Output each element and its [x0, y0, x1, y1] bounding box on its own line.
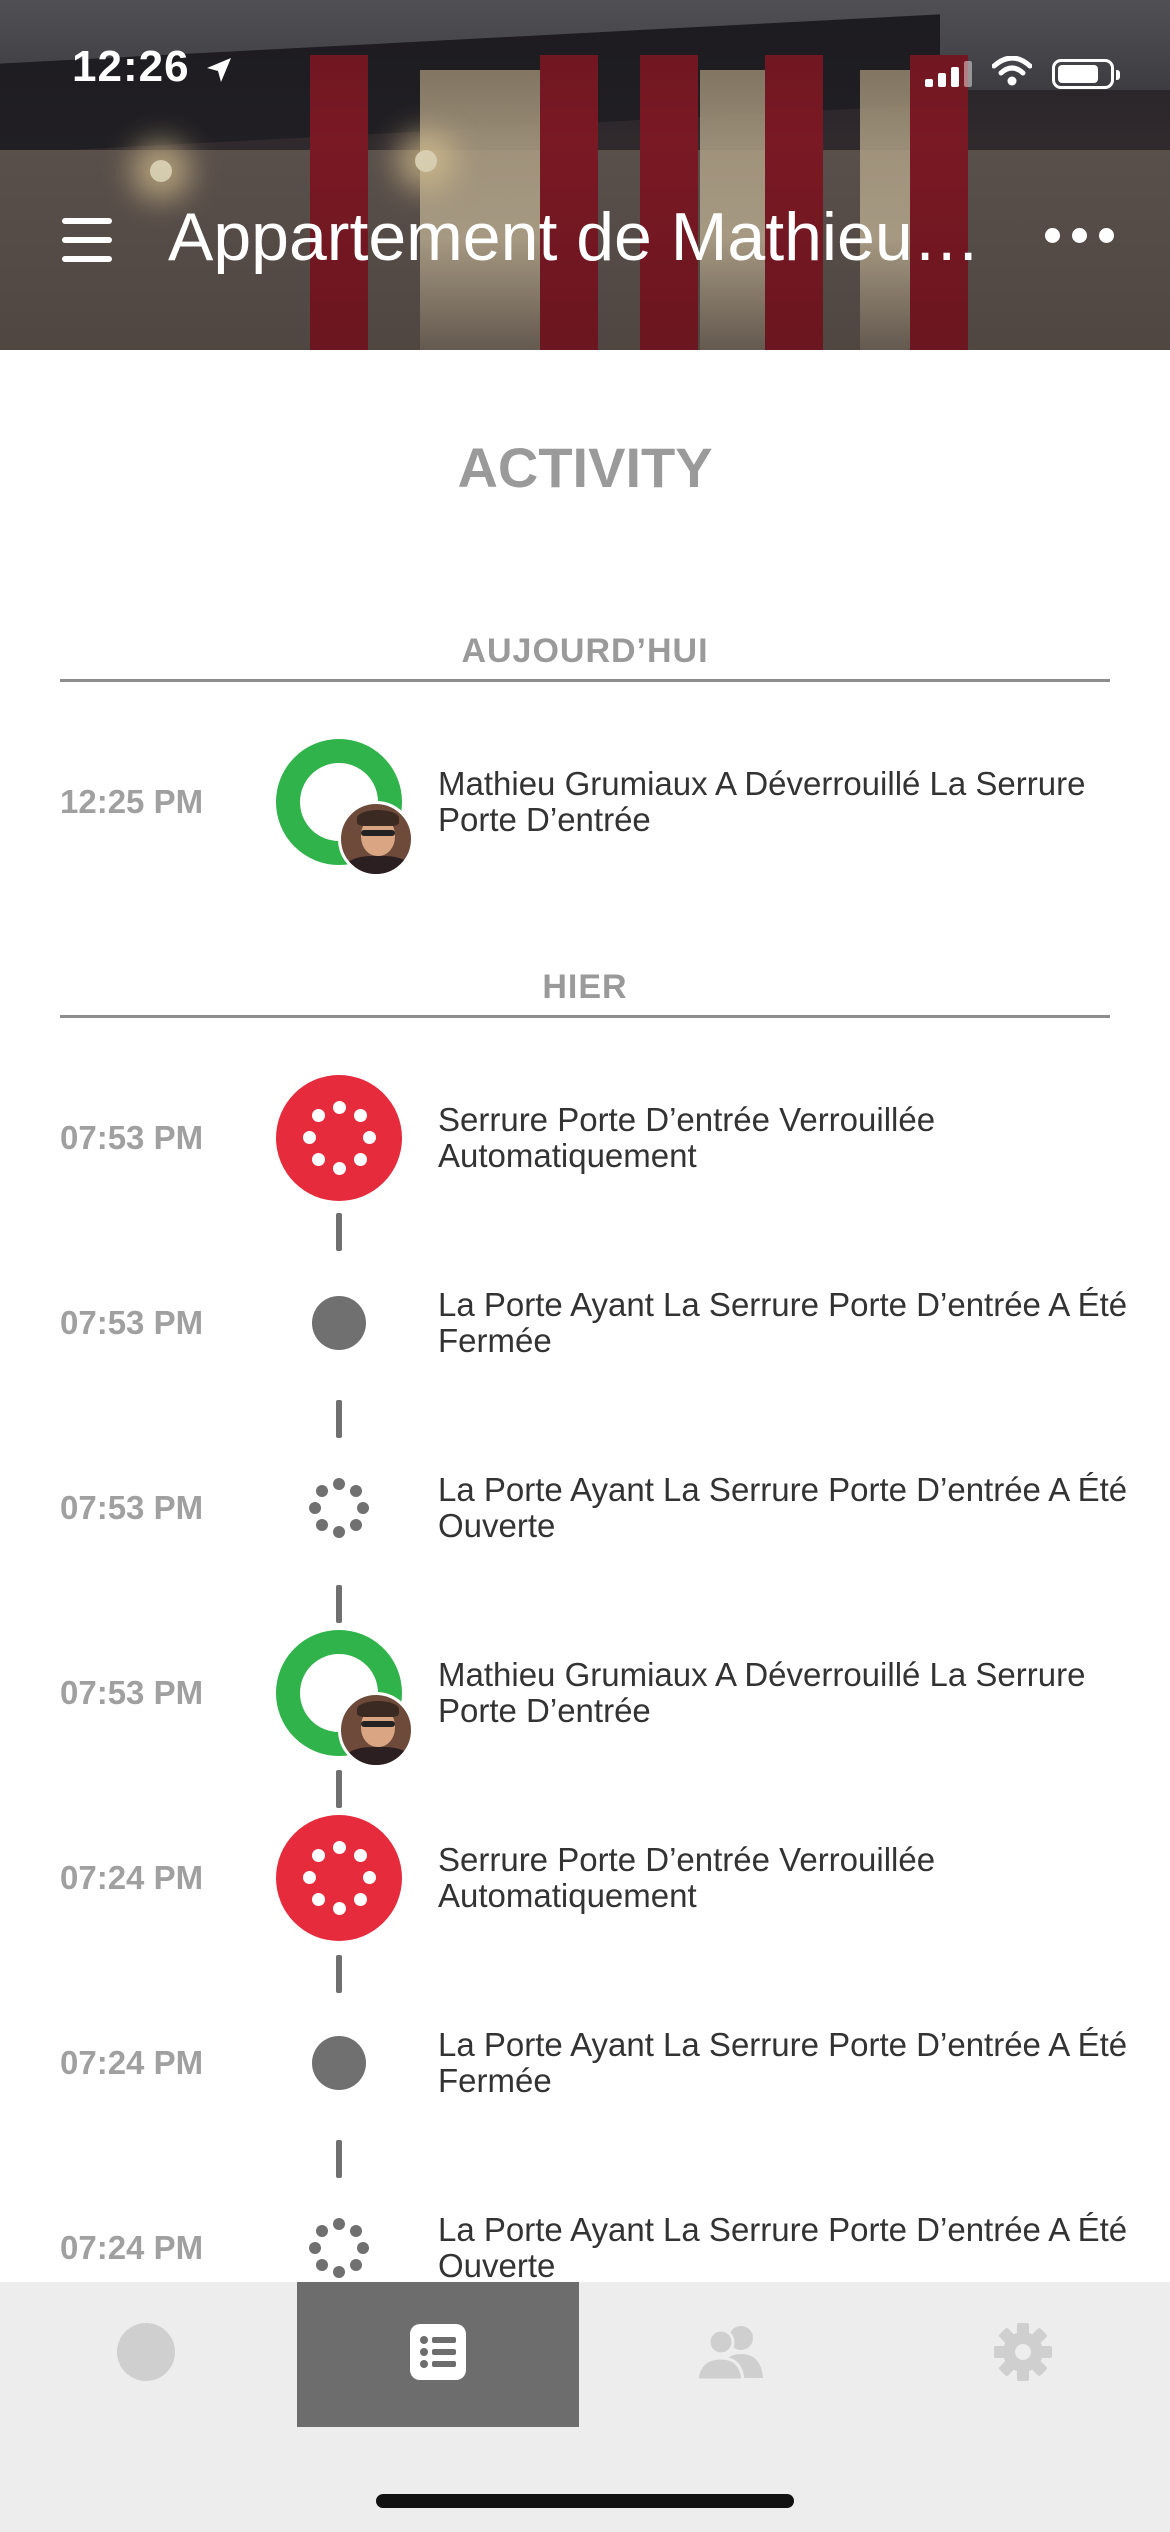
activity-list-icon — [408, 2322, 468, 2387]
section-header-yesterday: HIER — [60, 968, 1110, 1018]
activity-time: 07:53 PM — [60, 1119, 204, 1156]
activity-time: 07:53 PM — [60, 1674, 204, 1711]
activity-item[interactable]: 12:25 PM Mathieu Grumiaux A Déverrouillé… — [0, 727, 1170, 877]
more-options-icon[interactable] — [1045, 228, 1114, 243]
unlock-user-icon — [276, 1630, 414, 1768]
page-title: ACTIVITY — [457, 436, 713, 499]
activity-description: Serrure Porte D’entrée Verrouillée Autom… — [438, 1841, 936, 1914]
home-indicator[interactable] — [376, 2494, 794, 2508]
timeline-connector — [336, 1213, 342, 1251]
activity-item[interactable]: 07:53 PM Serrure Porte D’entrée Verrouil… — [0, 1063, 1170, 1213]
door-open-icon — [276, 1445, 402, 1571]
activity-time: 07:24 PM — [60, 2044, 204, 2081]
activity-description: Serrure Porte D’entrée Verrouillée Autom… — [438, 1101, 936, 1174]
tab-guests[interactable] — [590, 2282, 872, 2427]
door-closed-icon — [276, 2000, 402, 2126]
avatar — [338, 801, 414, 877]
lock-status-icon — [116, 2322, 176, 2387]
divider — [60, 679, 1110, 682]
avatar — [338, 1692, 414, 1768]
activity-description: Mathieu Grumiaux A Déverrouillé La Serru… — [438, 1656, 1086, 1729]
auto-lock-icon — [276, 1075, 402, 1201]
status-time: 12:26 — [72, 42, 190, 91]
activity-description: La Porte Ayant La Serrure Porte D’entrée… — [438, 2211, 1128, 2284]
tab-settings[interactable] — [882, 2282, 1164, 2427]
cellular-signal-icon — [925, 60, 972, 87]
activity-description: Mathieu Grumiaux A Déverrouillé La Serru… — [438, 765, 1086, 838]
section-label: HIER — [542, 968, 628, 1006]
door-closed-icon — [276, 1260, 402, 1386]
wifi-icon — [991, 55, 1033, 91]
activity-time: 12:25 PM — [60, 783, 204, 820]
activity-time: 07:53 PM — [60, 1304, 204, 1341]
activity-item[interactable]: 07:53 PM La Porte Ayant La Serrure Porte… — [0, 1433, 1170, 1583]
activity-item[interactable]: 07:24 PM La Porte Ayant La Serrure Porte… — [0, 1988, 1170, 2138]
section-label: AUJOURD’HUI — [461, 632, 709, 670]
location-arrow-icon — [205, 56, 233, 89]
auto-lock-icon — [276, 1815, 402, 1941]
hamburger-menu-icon[interactable] — [62, 218, 114, 262]
divider — [60, 1015, 1110, 1018]
tab-activity[interactable] — [297, 2282, 579, 2427]
status-indicators — [925, 55, 1120, 91]
battery-icon — [1052, 58, 1120, 89]
activity-description: La Porte Ayant La Serrure Porte D’entrée… — [438, 1286, 1128, 1359]
unlock-user-icon — [276, 739, 414, 877]
section-header-today: AUJOURD’HUI — [60, 632, 1110, 682]
activity-item[interactable]: 07:53 PM Mathieu Grumiaux A Déverrouillé… — [0, 1618, 1170, 1768]
activity-description: La Porte Ayant La Serrure Porte D’entrée… — [438, 1471, 1128, 1544]
activity-description: La Porte Ayant La Serrure Porte D’entrée… — [438, 2026, 1128, 2099]
activity-time: 07:24 PM — [60, 1859, 204, 1896]
settings-gear-icon — [992, 2321, 1054, 2388]
header-title: Appartement de Mathieu… — [168, 199, 981, 275]
guests-icon — [691, 2322, 771, 2387]
header: 12:26 Appartement de Mathieu… — [0, 0, 1170, 350]
activity-item[interactable]: 07:24 PM Serrure Porte D’entrée Verrouil… — [0, 1803, 1170, 1953]
activity-item[interactable]: 07:53 PM La Porte Ayant La Serrure Porte… — [0, 1248, 1170, 1398]
tab-lock[interactable] — [5, 2282, 287, 2427]
activity-time: 07:53 PM — [60, 1489, 204, 1526]
